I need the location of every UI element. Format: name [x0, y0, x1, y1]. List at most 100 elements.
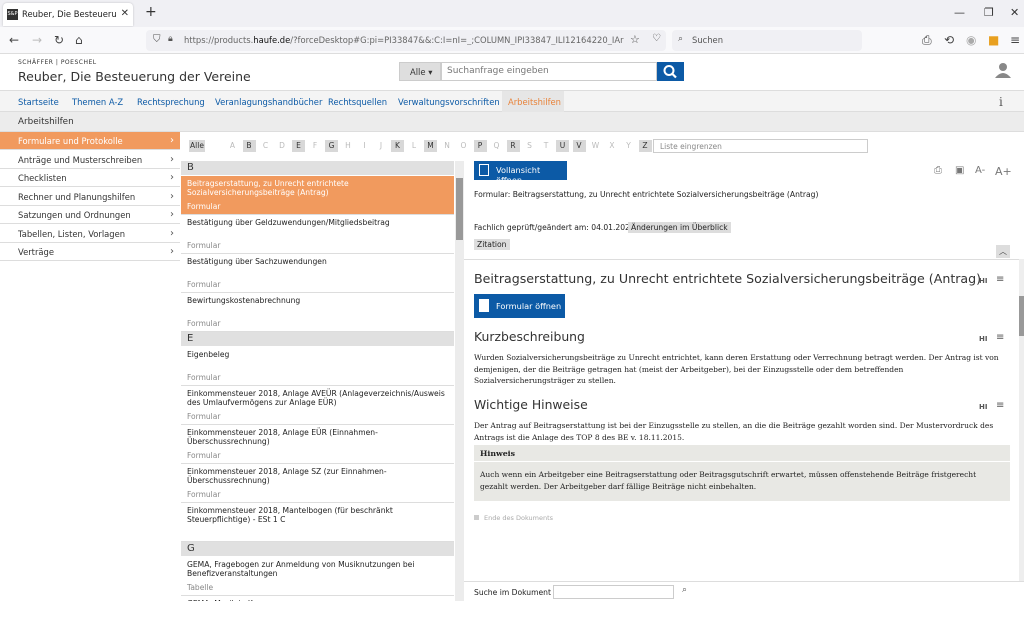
letter-w: W — [591, 141, 600, 150]
info-icon[interactable]: i — [999, 95, 1003, 109]
site-title[interactable]: Reuber, Die Besteuerung der Vereine — [18, 69, 251, 84]
browser-search-placeholder: Suchen — [692, 35, 723, 45]
save-icon[interactable]: ▣ — [955, 165, 964, 176]
history-icon[interactable]: ⟲ — [944, 33, 954, 47]
reload-icon[interactable]: ↻ — [54, 33, 64, 47]
letter-d: D — [279, 141, 285, 150]
hint-box: Hinweis Auch wenn ein Arbeitgeber eine B… — [474, 445, 1010, 501]
open-document-icon — [479, 164, 489, 176]
letter-g[interactable]: G — [325, 140, 338, 152]
letter-m[interactable]: M — [424, 140, 437, 152]
list-item[interactable]: Einkommensteuer 2018, Anlage AVEÜR (Anla… — [181, 386, 454, 425]
close-window-icon[interactable]: ✕ — [1010, 6, 1019, 19]
list-item[interactable]: GEMA, Fragebogen zur Anmeldung von Musik… — [181, 557, 454, 596]
pocket-icon[interactable]: ♡ — [652, 33, 661, 44]
full-view-button[interactable]: Vollansicht öffnen — [474, 161, 567, 185]
document-search-input[interactable] — [553, 585, 674, 599]
lock-icon[interactable]: 🔒︎ — [168, 34, 173, 44]
letter-k[interactable]: K — [391, 140, 404, 152]
letter-r[interactable]: R — [506, 140, 520, 152]
extension-icon[interactable]: ◉ — [966, 33, 976, 47]
list-item[interactable]: Bestätigung über Sachzuwendungen Formular — [181, 254, 454, 293]
list-item-title: Einkommensteuer 2018, Mantelbogen (für b… — [187, 506, 393, 524]
left-nav-item[interactable]: Formulare und Protokolle › — [0, 132, 180, 150]
list-scrollbar-thumb[interactable] — [456, 178, 463, 240]
list-item[interactable]: Bestätigung über Geldzuwendungen/Mitglie… — [181, 215, 454, 254]
list-item[interactable]: GEMA, Musik in Kursen — [181, 596, 454, 601]
changes-overview-button[interactable]: Änderungen im Überblick — [628, 222, 731, 233]
letter-j: J — [379, 141, 383, 150]
print-icon[interactable]: ⎙ — [934, 165, 942, 176]
left-nav-item[interactable]: Satzungen und Ordnungen › — [0, 206, 180, 224]
close-tab-icon[interactable]: ✕ — [121, 8, 129, 19]
list-item-title: GEMA, Fragebogen zur Anmeldung von Musik… — [187, 560, 415, 578]
letter-f: F — [312, 141, 318, 150]
letter-b[interactable]: B — [242, 140, 256, 152]
menu-item-veranlagungshandbuecher[interactable]: Veranlagungshandbücher — [215, 97, 322, 107]
minimize-icon[interactable]: — — [954, 6, 965, 19]
section-menu-icon[interactable]: ≡ — [996, 274, 1004, 285]
extension-orange-icon[interactable]: ■ — [988, 33, 999, 47]
letter-v[interactable]: V — [572, 140, 586, 152]
list-item[interactable]: Eigenbeleg Formular — [181, 347, 454, 386]
list-item[interactable]: Beitragserstattung, zu Unrecht entrichte… — [181, 176, 454, 215]
menu-item-rechtsprechung[interactable]: Rechtsprechung — [137, 97, 205, 107]
restore-icon[interactable]: ❐ — [984, 6, 994, 19]
list-item[interactable]: Bewirtungskostenabrechnung Formular — [181, 293, 454, 332]
letter-e[interactable]: E — [292, 140, 305, 152]
list-item-title: Einkommensteuer 2018, Anlage SZ (zur Ein… — [187, 467, 387, 485]
hi-icon[interactable]: HI — [979, 403, 987, 411]
letter-all[interactable]: Alle — [189, 140, 205, 152]
list-item-type: Formular — [187, 412, 221, 421]
home-icon[interactable]: ⌂ — [75, 33, 83, 47]
left-nav-item[interactable]: Tabellen, Listen, Vorlagen › — [0, 225, 180, 243]
address-bar[interactable]: ⛉ 🔒︎ https://products.haufe.de/?forceDes… — [146, 30, 666, 51]
form-open-button[interactable]: Formular öffnen — [474, 294, 565, 318]
menu-item-themen[interactable]: Themen A-Z — [72, 97, 123, 107]
menu-item-arbeitshilfen[interactable]: Arbeitshilfen — [508, 97, 561, 107]
letter-z[interactable]: Z — [638, 140, 652, 152]
collapse-icon[interactable]: ︿ — [996, 245, 1010, 258]
site-search-input[interactable]: Suchanfrage eingeben — [441, 62, 657, 81]
left-nav-item[interactable]: Anträge und Musterschreiben › — [0, 151, 180, 169]
list-filter-input[interactable]: Liste eingrenzen — [653, 139, 868, 153]
main-menu: Startseite Themen A-Z Rechtsprechung Ver… — [0, 90, 1024, 112]
font-decrease-icon[interactable]: A- — [975, 165, 985, 176]
left-nav-item[interactable]: Rechner und Planungshilfen › — [0, 188, 180, 206]
back-icon[interactable]: ← — [9, 33, 19, 47]
list-item-type: Formular — [187, 373, 221, 382]
shield-icon[interactable]: ⛉ — [153, 34, 161, 45]
list-item-type: Formular — [187, 241, 221, 250]
list-item-type: Formular — [187, 319, 221, 328]
search-scope-select[interactable]: Alle ▾ — [399, 62, 441, 81]
list-item[interactable]: Einkommensteuer 2018, Anlage SZ (zur Ein… — [181, 464, 454, 503]
chevron-right-icon: › — [170, 209, 174, 220]
new-tab-icon[interactable]: + — [145, 4, 157, 20]
browser-search-field[interactable]: ⌕ Suchen — [672, 30, 862, 51]
search-icon[interactable]: ⌕ — [682, 585, 687, 595]
letter-p[interactable]: P — [473, 140, 487, 152]
font-increase-icon[interactable]: A+ — [995, 165, 1012, 178]
letter-u[interactable]: U — [556, 140, 569, 152]
hi-icon[interactable]: HI — [979, 335, 987, 343]
menu-item-verwaltungsvorschriften[interactable]: Verwaltungsvorschriften — [398, 97, 500, 107]
end-marker-icon — [474, 515, 479, 520]
user-account-icon[interactable] — [995, 62, 1011, 78]
bookmark-star-icon[interactable]: ☆ — [630, 33, 640, 46]
citation-button[interactable]: Zitation — [474, 239, 510, 250]
menu-item-startseite[interactable]: Startseite — [18, 97, 59, 107]
browser-tab[interactable]: S&P Reuber, Die Besteuerung der Ve ✕ — [3, 3, 133, 26]
list-item[interactable]: Einkommensteuer 2018, Anlage EÜR (Einnah… — [181, 425, 454, 464]
section-menu-icon[interactable]: ≡ — [996, 332, 1004, 343]
site-search-button[interactable] — [657, 62, 684, 81]
print-icon[interactable]: ⎙ — [922, 33, 932, 48]
forward-icon[interactable]: → — [32, 33, 42, 47]
menu-item-rechtsquellen[interactable]: Rechtsquellen — [328, 97, 387, 107]
document-scrollbar-thumb[interactable] — [1019, 296, 1024, 336]
left-nav-item[interactable]: Checklisten › — [0, 169, 180, 187]
list-item[interactable]: Einkommensteuer 2018, Mantelbogen (für b… — [181, 503, 454, 542]
left-nav-item[interactable]: Verträge › — [0, 243, 180, 261]
section-menu-icon[interactable]: ≡ — [996, 400, 1004, 411]
app-menu-icon[interactable]: ≡ — [1010, 33, 1020, 47]
hi-icon[interactable]: HI — [979, 277, 987, 285]
